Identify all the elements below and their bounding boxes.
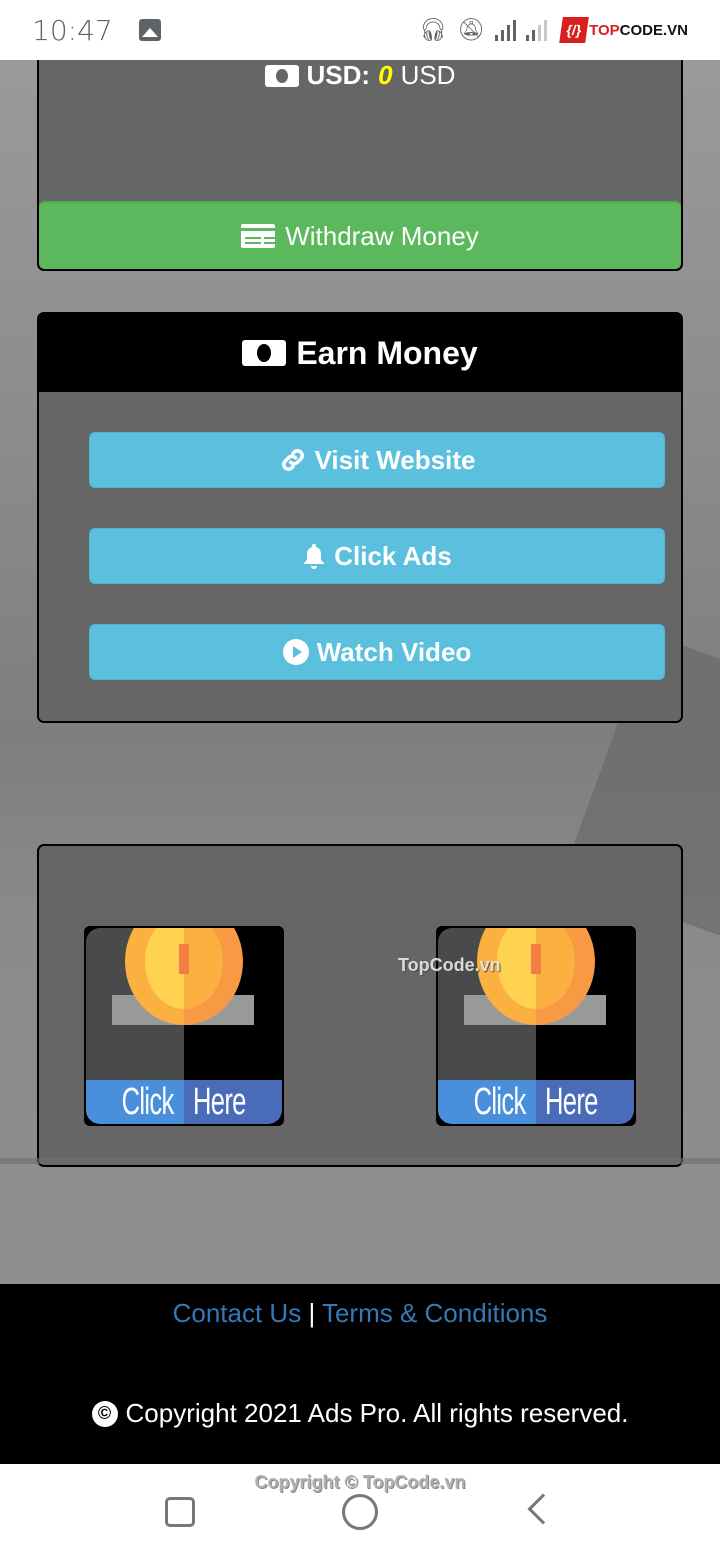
signal-weak-icon [526, 19, 548, 41]
watermark-text: CODE.VN [619, 21, 688, 39]
visit-website-label: Visit Website [314, 444, 476, 475]
ad-banner-label: Click Here [86, 1080, 282, 1124]
earn-money-title: Earn Money [296, 334, 478, 371]
money-bill-icon [264, 64, 299, 87]
contact-us-link[interactable]: Contact Us [173, 1298, 302, 1328]
bell-off-icon: 🔕︎ [457, 17, 486, 42]
click-ads-button[interactable]: Click Ads [89, 528, 665, 584]
copyright: © Copyright 2021 Ads Pro. All rights res… [0, 1398, 720, 1429]
copyright-text: Copyright 2021 Ads Pro. All rights reser… [125, 1398, 629, 1428]
recent-apps-button[interactable] [165, 1497, 195, 1527]
bell-icon [302, 542, 326, 570]
watermark-text-red: TOP [589, 21, 620, 39]
watch-video-button[interactable]: Watch Video [89, 624, 665, 680]
ad-banner[interactable]: Click Here [84, 926, 284, 1126]
copyright-watermark: Copyright © TopCode.vn [254, 1472, 466, 1492]
status-bar: 10:47 🎧︎ 🔕︎ {/} TOPCODE.VN [0, 0, 720, 60]
withdraw-money-button[interactable]: Withdraw Money [39, 201, 681, 269]
home-button[interactable] [342, 1494, 378, 1530]
image-icon [138, 19, 161, 41]
topcode-watermark-logo: {/} TOPCODE.VN [559, 17, 688, 43]
footer-separator: | [308, 1298, 316, 1328]
ad-banner-label: Click Here [438, 1080, 634, 1124]
footer: Contact Us | Terms & Conditions © Copyri… [0, 1284, 720, 1464]
earn-money-card: Earn Money Visit Website Click Ads Watch… [37, 312, 683, 723]
balance-line: USD: 0 USD [39, 60, 681, 91]
watch-video-label: Watch Video [316, 636, 472, 667]
topcode-badge-icon: {/} [559, 17, 589, 43]
withdraw-label: Withdraw Money [285, 220, 479, 251]
footer-links: Contact Us | Terms & Conditions [0, 1298, 720, 1329]
copyright-icon: © [91, 1400, 118, 1427]
balance-card: USD: 0 USD Withdraw Money [37, 60, 683, 271]
click-ads-label: Click Ads [334, 540, 452, 571]
balance-value: 0 [378, 60, 393, 90]
navigation-bar: Copyright © TopCode.vn [0, 1464, 720, 1560]
credit-card-icon [241, 224, 276, 248]
play-circle-icon [282, 639, 309, 665]
headphones-icon: 🎧︎ [419, 17, 448, 42]
visit-website-button[interactable]: Visit Website [89, 432, 665, 488]
status-icons: 🎧︎ 🔕︎ {/} TOPCODE.VN [419, 17, 688, 43]
topcode-watermark: TopCode.vn [398, 955, 501, 975]
link-icon [279, 446, 307, 474]
signal-icon [495, 19, 517, 41]
back-button[interactable] [527, 1493, 559, 1525]
earn-money-header: Earn Money [39, 314, 681, 392]
terms-conditions-link[interactable]: Terms & Conditions [322, 1298, 547, 1328]
balance-currency: USD [400, 60, 456, 90]
earn-money-body: Visit Website Click Ads Watch Video [39, 392, 681, 721]
status-time: 10:47 [32, 13, 113, 47]
page-content: USD: 0 USD Withdraw Money Earn Money Vis… [0, 60, 720, 1284]
money-bill-icon [242, 340, 287, 366]
balance-label: USD: [306, 60, 371, 90]
ads-card: Click Here Click Here [37, 844, 683, 1167]
